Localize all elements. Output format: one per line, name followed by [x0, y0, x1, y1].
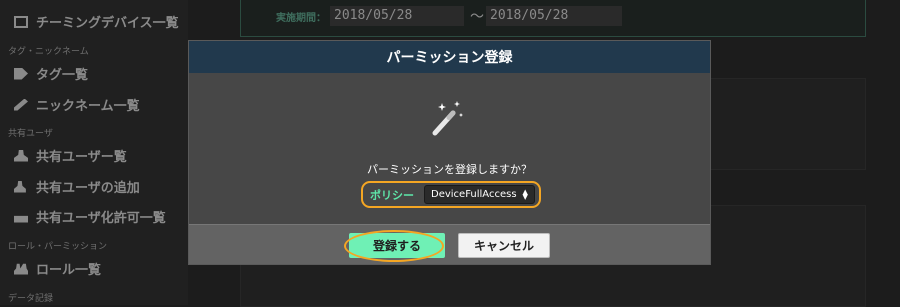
sidebar-item-teaming-devices[interactable]: チーミングデバイス一覧	[14, 12, 179, 31]
policy-select[interactable]: DeviceFullAccess ▲ ▼	[424, 185, 535, 204]
permission-register-modal: パーミッション登録 パーミッションを登録しますか？ ポリシー DeviceFul…	[188, 40, 711, 265]
sidebar-item-roles[interactable]: ロール一覧	[14, 259, 101, 278]
pencil-icon	[14, 98, 28, 111]
sidebar-section-tags: タグ・ニックネーム	[8, 47, 89, 57]
sidebar-item-shared-user-permissions[interactable]: 共有ユーザ化許可一覧	[14, 207, 166, 226]
modal-title: パーミッション登録	[386, 50, 513, 66]
sidebar-item-tags[interactable]: タグ一覧	[14, 64, 88, 83]
tag-icon	[14, 67, 28, 80]
policy-select-value: DeviceFullAccess	[431, 189, 517, 200]
sidebar-item-label: 共有ユーザー覧	[36, 150, 127, 165]
sidebar-item-nicknames[interactable]: ニックネーム一覧	[14, 95, 140, 114]
policy-row: ポリシー DeviceFullAccess ▲ ▼	[361, 181, 541, 208]
sidebar-section-roles: ロール・パーミッション	[8, 242, 108, 252]
sidebar-section-shared-users: 共有ユーザ	[8, 129, 53, 139]
modal-footer: 登録する キャンセル	[189, 224, 710, 264]
date-from-field[interactable]: 2018/05/28	[330, 6, 464, 26]
select-arrows-icon: ▲ ▼	[522, 187, 528, 201]
sidebar-item-label: タグ一覧	[36, 68, 89, 83]
sidebar-item-label: チーミングデバイス一覧	[36, 16, 179, 31]
cancel-button-label: キャンセル	[473, 239, 534, 253]
modal-header: パーミッション登録	[189, 41, 710, 73]
sidebar-item-label: ロール一覧	[36, 263, 102, 278]
sidebar-item-shared-users[interactable]: 共有ユーザー覧	[14, 146, 127, 165]
user-add-icon	[14, 180, 26, 193]
sidebar-item-label: 共有ユーザ化許可一覧	[36, 211, 166, 226]
magic-wand-icon	[432, 101, 463, 136]
date-to-field[interactable]: 2018/05/28	[486, 6, 622, 26]
lock-icon	[14, 215, 28, 223]
confirm-question: パーミッションを登録しますか？	[367, 163, 532, 176]
date-filter-label: 実施期間：	[276, 13, 326, 24]
sidebar-section-data: データ記録	[8, 294, 54, 304]
sidebar-item-label: 共有ユーザの追加	[36, 181, 140, 196]
register-button-label: 登録する	[372, 239, 421, 253]
sidebar-item-label: ニックネーム一覧	[36, 99, 140, 114]
sidebar-item-add-shared-user[interactable]: 共有ユーザの追加	[14, 177, 140, 196]
policy-label: ポリシー	[370, 188, 414, 202]
users-icon	[14, 263, 28, 275]
cancel-button[interactable]: キャンセル	[458, 233, 550, 258]
date-separator: 〜	[470, 9, 484, 25]
register-button[interactable]: 登録する	[349, 233, 445, 258]
user-icon	[14, 149, 28, 162]
sidebar: チーミングデバイス一覧 タグ・ニックネーム タグ一覧 ニックネーム一覧 共有ユー…	[0, 0, 188, 305]
square-icon	[14, 15, 28, 28]
